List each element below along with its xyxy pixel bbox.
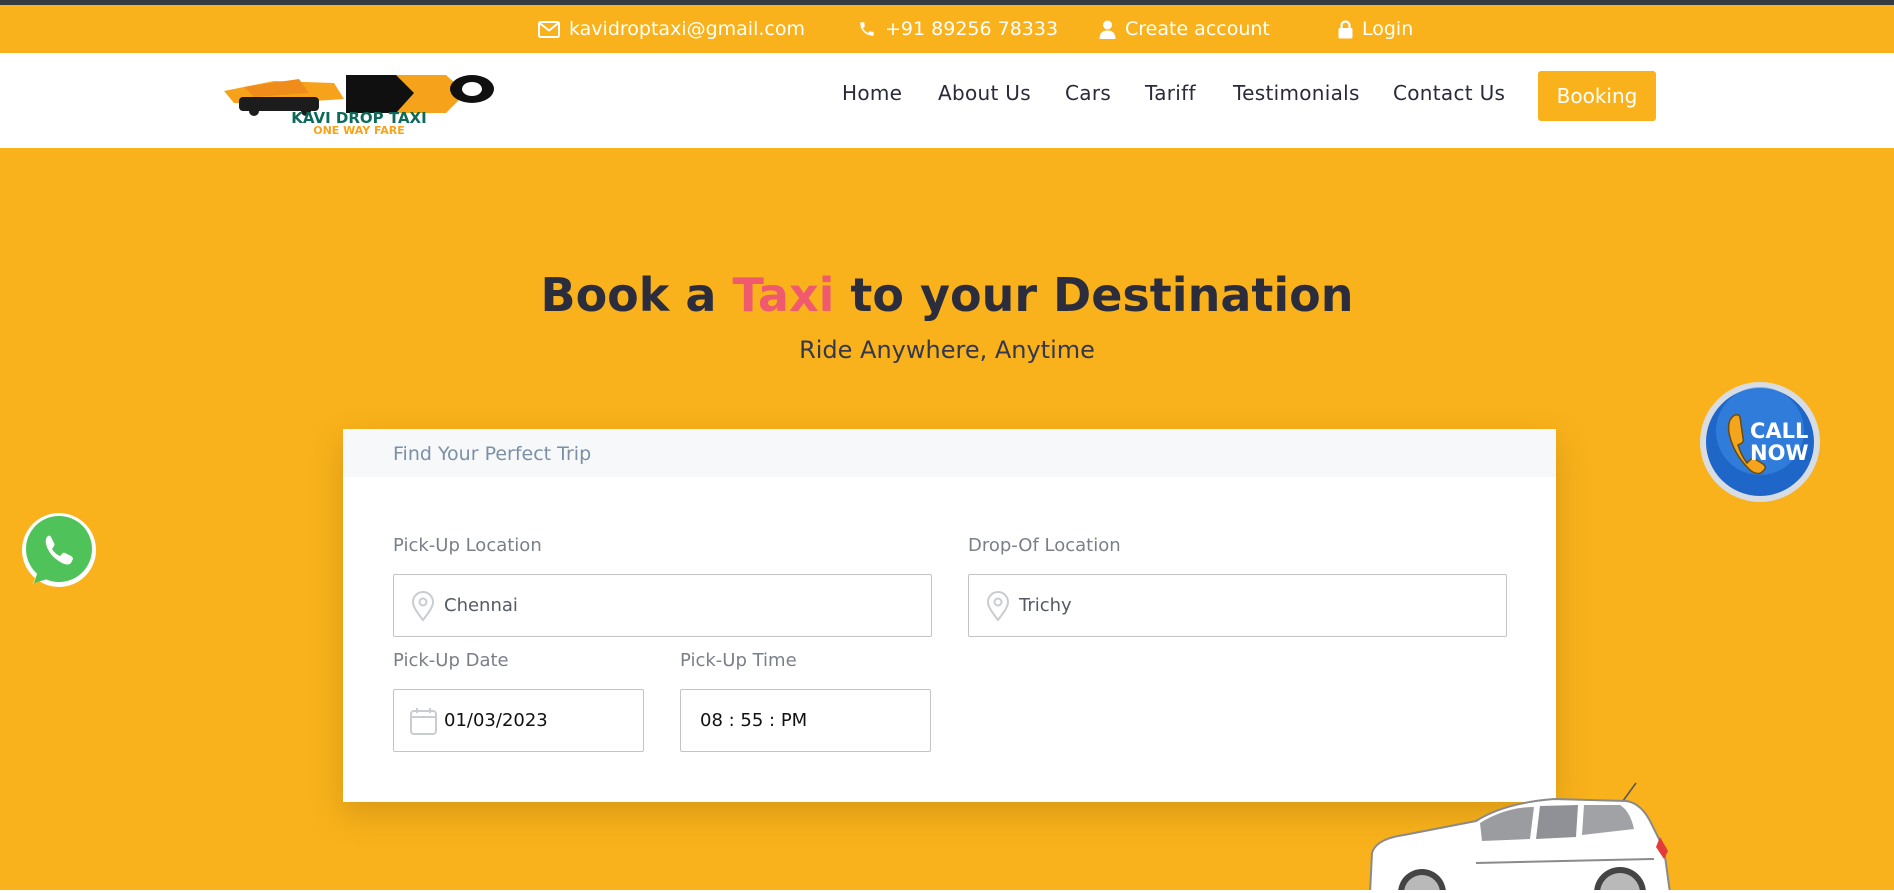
hero-section: Book a Taxi to your Destination Ride Any…: [0, 148, 1894, 890]
nav-contact-us[interactable]: Contact Us: [1393, 81, 1505, 105]
envelope-icon: [538, 20, 560, 38]
trip-search-card: Find Your Perfect Trip Pick-Up Location …: [343, 429, 1556, 802]
hero-title-accent: Taxi: [732, 268, 835, 322]
phone-text: +91 89256 78333: [885, 18, 1059, 40]
drop-location-input[interactable]: Trichy: [968, 574, 1507, 637]
booking-button[interactable]: Booking: [1538, 71, 1656, 121]
drop-location-value: Trichy: [1019, 595, 1072, 616]
pickup-date-label: Pick-Up Date: [393, 650, 509, 671]
pickup-location-value: Chennai: [444, 595, 518, 616]
user-icon: [1099, 20, 1116, 39]
hero-title: Book a Taxi to your Destination: [0, 268, 1894, 322]
nav-home[interactable]: Home: [842, 81, 902, 105]
pickup-date-input[interactable]: 01/03/2023: [393, 689, 644, 752]
main-navbar: KAVI DROP TAXI ONE WAY FARE Home About U…: [0, 53, 1894, 148]
nav-cars[interactable]: Cars: [1065, 81, 1111, 105]
call-now-button[interactable]: CALL NOW: [1697, 381, 1823, 504]
phone-icon: [858, 20, 876, 38]
call-now-line1: CALL: [1750, 419, 1809, 443]
pickup-location-label: Pick-Up Location: [393, 535, 542, 556]
email-link[interactable]: kavidroptaxi@gmail.com: [538, 5, 805, 53]
call-now-line2: NOW: [1750, 441, 1809, 465]
nav-tariff[interactable]: Tariff: [1145, 81, 1196, 105]
lock-icon: [1338, 19, 1353, 39]
card-header: Find Your Perfect Trip: [343, 429, 1556, 477]
nav-about-us[interactable]: About Us: [938, 81, 1031, 105]
hero-subtitle: Ride Anywhere, Anytime: [799, 336, 1095, 364]
pickup-time-value: 08 : 55 : PM: [700, 710, 808, 731]
pickup-date-value: 01/03/2023: [444, 710, 548, 731]
pickup-time-label: Pick-Up Time: [680, 650, 797, 671]
brand-logo[interactable]: KAVI DROP TAXI ONE WAY FARE: [214, 69, 504, 137]
whatsapp-icon: [18, 513, 100, 597]
hero-title-pre: Book a: [540, 268, 717, 322]
call-now-icon: CALL NOW: [1697, 382, 1823, 508]
whatsapp-button[interactable]: [18, 511, 100, 593]
card-heading: Find Your Perfect Trip: [393, 443, 592, 465]
email-text: kavidroptaxi@gmail.com: [569, 18, 805, 40]
hero-title-post: to your Destination: [850, 268, 1354, 322]
calendar-icon: [408, 705, 438, 737]
nav-testimonials[interactable]: Testimonials: [1233, 81, 1360, 105]
location-pin-icon: [983, 590, 1013, 622]
create-account-link[interactable]: Create account: [1099, 5, 1270, 53]
top-contact-bar: kavidroptaxi@gmail.com +91 89256 78333 C…: [0, 5, 1894, 53]
login-text: Login: [1362, 18, 1414, 40]
logo-line2: ONE WAY FARE: [313, 124, 405, 135]
create-account-text: Create account: [1125, 18, 1270, 40]
pickup-time-input[interactable]: 08 : 55 : PM: [680, 689, 931, 752]
login-link[interactable]: Login: [1338, 5, 1413, 53]
drop-location-label: Drop-Of Location: [968, 535, 1121, 556]
phone-link[interactable]: +91 89256 78333: [858, 5, 1058, 53]
location-pin-icon: [408, 590, 438, 622]
pickup-location-input[interactable]: Chennai: [393, 574, 932, 637]
car-image: [1364, 777, 1684, 890]
